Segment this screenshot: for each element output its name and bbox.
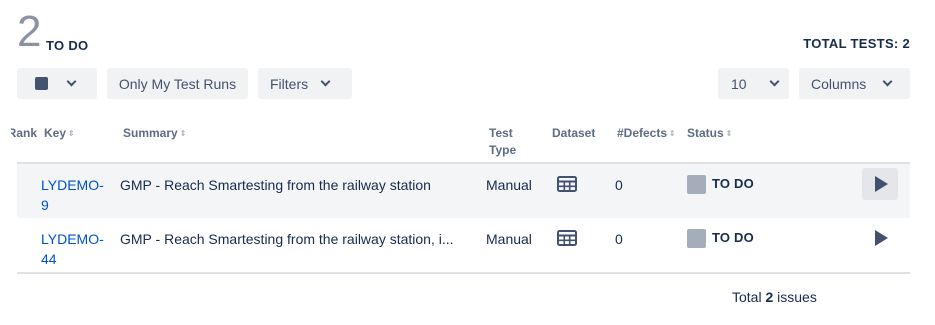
filters-label: Filters <box>270 75 309 92</box>
column-header-test-type: Test Type <box>489 126 517 157</box>
column-header-status[interactable]: Status ⇕ <box>687 125 732 142</box>
column-header-rank[interactable]: Rank▲ <box>11 125 37 142</box>
status-text: TO DO <box>712 176 754 191</box>
sort-icon: ⇕ <box>725 129 733 138</box>
total-issues-label: Total 2 issues <box>732 289 817 305</box>
status-text: TO DO <box>712 230 754 245</box>
only-my-test-runs-label: Only My Test Runs <box>118 75 237 92</box>
run-test-button[interactable] <box>862 168 898 200</box>
issue-key-link[interactable]: LYDEMO-9 <box>41 175 111 215</box>
total-tests-label: TOTAL TESTS: 2 <box>803 36 910 51</box>
filters-dropdown[interactable]: Filters <box>258 68 352 99</box>
status-badge: TO DO <box>687 174 754 194</box>
summary-cell: GMP - Reach Smartesting from the railway… <box>120 177 431 193</box>
stop-square-icon <box>35 77 48 90</box>
column-header-defects[interactable]: #Defects ⇕ <box>617 125 676 142</box>
table-row[interactable]: LYDEMO-44 GMP - Reach Smartesting from t… <box>17 218 910 272</box>
page-size-select[interactable]: 10 <box>718 68 789 99</box>
status-filter-dropdown[interactable] <box>17 68 97 99</box>
status-color-swatch <box>687 174 706 194</box>
defects-count: 0 <box>615 177 623 193</box>
test-type-cell: Manual <box>486 177 532 193</box>
dataset-grid-icon[interactable] <box>557 230 577 251</box>
test-type-cell: Manual <box>486 231 532 247</box>
status-badge: TO DO <box>687 228 754 248</box>
play-icon <box>875 176 888 192</box>
columns-label: Columns <box>811 75 867 92</box>
sort-icon: ⇕ <box>68 129 75 138</box>
run-test-button[interactable] <box>862 222 898 254</box>
status-color-swatch <box>687 228 706 248</box>
chevron-down-icon <box>769 76 780 87</box>
defects-count: 0 <box>615 231 623 247</box>
chevron-down-icon <box>882 76 893 87</box>
columns-dropdown[interactable]: Columns <box>799 68 910 99</box>
column-header-dataset: Dataset <box>552 126 596 140</box>
column-header-key[interactable]: Key ⇕ <box>44 125 75 142</box>
column-header-summary[interactable]: Summary ⇕ <box>123 125 186 142</box>
play-icon <box>875 230 888 246</box>
status-label: TO DO <box>46 38 89 53</box>
only-my-test-runs-button[interactable]: Only My Test Runs <box>107 68 248 99</box>
page-size-value: 10 <box>731 75 747 92</box>
table-bottom-divider <box>17 272 910 274</box>
sort-icon: ⇕ <box>669 129 676 138</box>
summary-cell: GMP - Reach Smartesting from the railway… <box>120 231 454 247</box>
sort-icon: ⇕ <box>179 129 187 138</box>
chevron-down-icon <box>320 76 331 87</box>
issue-key-link[interactable]: LYDEMO-44 <box>41 229 111 269</box>
chevron-down-icon <box>66 76 77 87</box>
table-row[interactable]: LYDEMO-9 GMP - Reach Smartesting from th… <box>17 164 910 218</box>
status-count: 2 <box>17 7 42 56</box>
dataset-grid-icon[interactable] <box>557 176 577 197</box>
